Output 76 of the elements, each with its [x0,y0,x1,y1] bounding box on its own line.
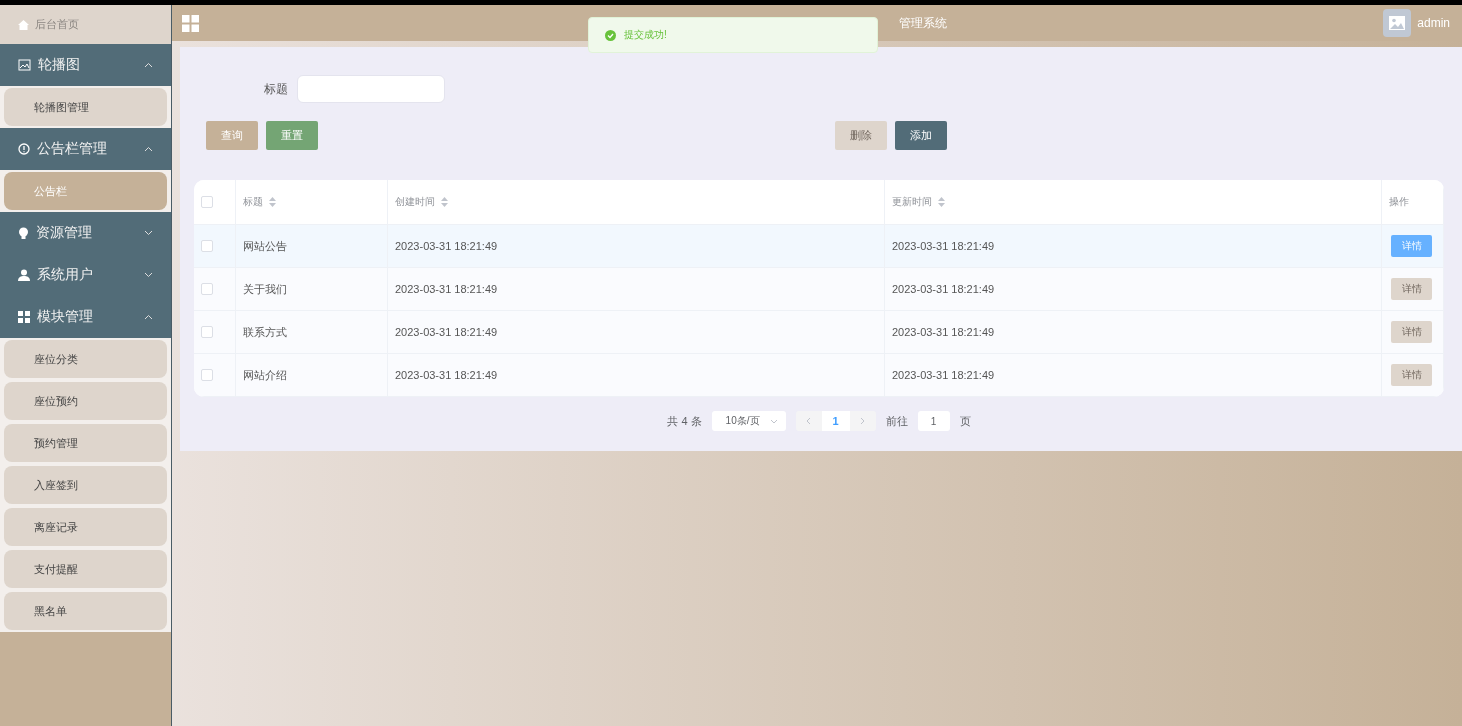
row-checkbox[interactable] [201,369,213,381]
image-icon [18,59,31,71]
app-title: 管理系统 [899,14,948,32]
sidebar-item[interactable]: 黑名单 [4,592,167,630]
add-button[interactable]: 添加 [895,121,947,150]
page-input[interactable]: 1 [917,411,950,431]
menu-group[interactable]: 公告栏管理 [0,128,171,170]
page-suffix: 页 [959,413,971,429]
alert-icon [18,143,30,155]
sidebar-item[interactable]: 离座记录 [4,508,167,546]
chevron-down-icon [144,272,153,278]
chevron-down-icon [144,230,153,236]
sort-icon[interactable] [269,197,276,207]
check-circle-icon [605,29,616,41]
column-header: 创建时间 [395,195,435,209]
row-checkbox[interactable] [201,326,213,338]
detail-button[interactable]: 详情 [1391,278,1432,300]
menu-group[interactable]: 模块管理 [0,296,171,338]
chevron-down-icon [769,418,778,424]
detail-button[interactable]: 详情 [1391,364,1432,386]
table-cell: 2023-03-31 18:21:49 [892,369,995,381]
table-cell: 2023-03-31 18:21:49 [395,283,498,295]
menu-group[interactable]: 资源管理 [0,212,171,254]
home-icon [18,19,29,30]
menu-group-label: 模块管理 [37,308,94,326]
column-header: 更新时间 [892,195,932,209]
page-number[interactable]: 1 [821,411,850,431]
detail-button[interactable]: 详情 [1391,321,1432,343]
sidebar-item[interactable]: 支付提醒 [4,550,167,588]
table-cell: 网站介绍 [243,367,287,383]
grid-icon[interactable] [182,14,199,32]
select-all-checkbox[interactable] [201,196,213,208]
menu-group-label: 轮播图 [38,56,81,74]
goto-label: 前往 [885,413,908,429]
grid-icon [18,311,30,323]
table-cell: 关于我们 [243,281,287,297]
table-cell: 2023-03-31 18:21:49 [395,369,498,381]
sort-icon[interactable] [938,197,945,207]
reset-button[interactable]: 重置 [266,121,318,150]
table-cell: 联系方式 [243,324,287,340]
field-label: 标题 [264,80,288,98]
page-size-select[interactable]: 10条/页 [711,411,786,431]
table-cell: 2023-03-31 18:21:49 [892,326,995,338]
table-cell: 2023-03-31 18:21:49 [395,326,498,338]
sidebar-item[interactable]: 预约管理 [4,424,167,462]
column-header: 操作 [1389,195,1409,209]
row-checkbox[interactable] [201,240,213,252]
column-header: 标题 [243,195,263,209]
menu-group-label: 公告栏管理 [37,140,108,158]
menu-group[interactable]: 系统用户 [0,254,171,296]
image-icon [1389,16,1406,30]
sort-icon[interactable] [441,197,448,207]
total-count: 共 4 条 [667,413,702,429]
chevron-right-icon[interactable] [860,417,866,425]
menu-group-label: 资源管理 [36,224,93,242]
table-cell: 2023-03-31 18:21:49 [395,240,498,252]
table-cell: 2023-03-31 18:21:49 [892,240,995,252]
row-checkbox[interactable] [201,283,213,295]
bulb-icon [18,226,29,240]
menu-group[interactable]: 轮播图 [0,44,171,86]
table-cell: 2023-03-31 18:21:49 [892,283,995,295]
menu-group-label: 系统用户 [37,266,94,284]
table-cell: 网站公告 [243,238,287,254]
chevron-left-icon[interactable] [806,417,812,425]
user-icon [18,269,30,281]
sidebar-item[interactable]: 后台首页 [0,5,171,44]
toast-message: 提交成功! [624,28,667,42]
avatar[interactable] [1383,9,1412,37]
sidebar-item[interactable]: 座位分类 [4,340,167,378]
chevron-up-icon [144,314,153,320]
title-input[interactable] [297,75,445,103]
chevron-up-icon [144,62,153,68]
sidebar-item[interactable]: 轮播图管理 [4,88,167,126]
chevron-up-icon [144,146,153,152]
sidebar-item[interactable]: 座位预约 [4,382,167,420]
sidebar-item[interactable]: 入座签到 [4,466,167,504]
